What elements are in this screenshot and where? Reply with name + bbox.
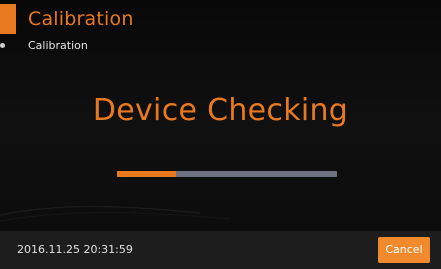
timestamp: 2016.11.25 20:31:59 (17, 243, 133, 256)
breadcrumb: Calibration (28, 39, 88, 52)
cancel-button[interactable]: Cancel (378, 237, 430, 263)
footer-bar: 2016.11.25 20:31:59 Cancel (0, 231, 441, 269)
progress-bar (117, 171, 337, 177)
title-accent-bar (0, 4, 16, 34)
page-title: Calibration (28, 8, 134, 30)
breadcrumb-bullet-icon (0, 43, 5, 48)
decorative-swoosh (0, 205, 231, 222)
progress-bar-fill (117, 171, 177, 177)
calibration-screen: Calibration Calibration Device Checking … (0, 0, 441, 269)
status-heading: Device Checking (92, 93, 349, 128)
